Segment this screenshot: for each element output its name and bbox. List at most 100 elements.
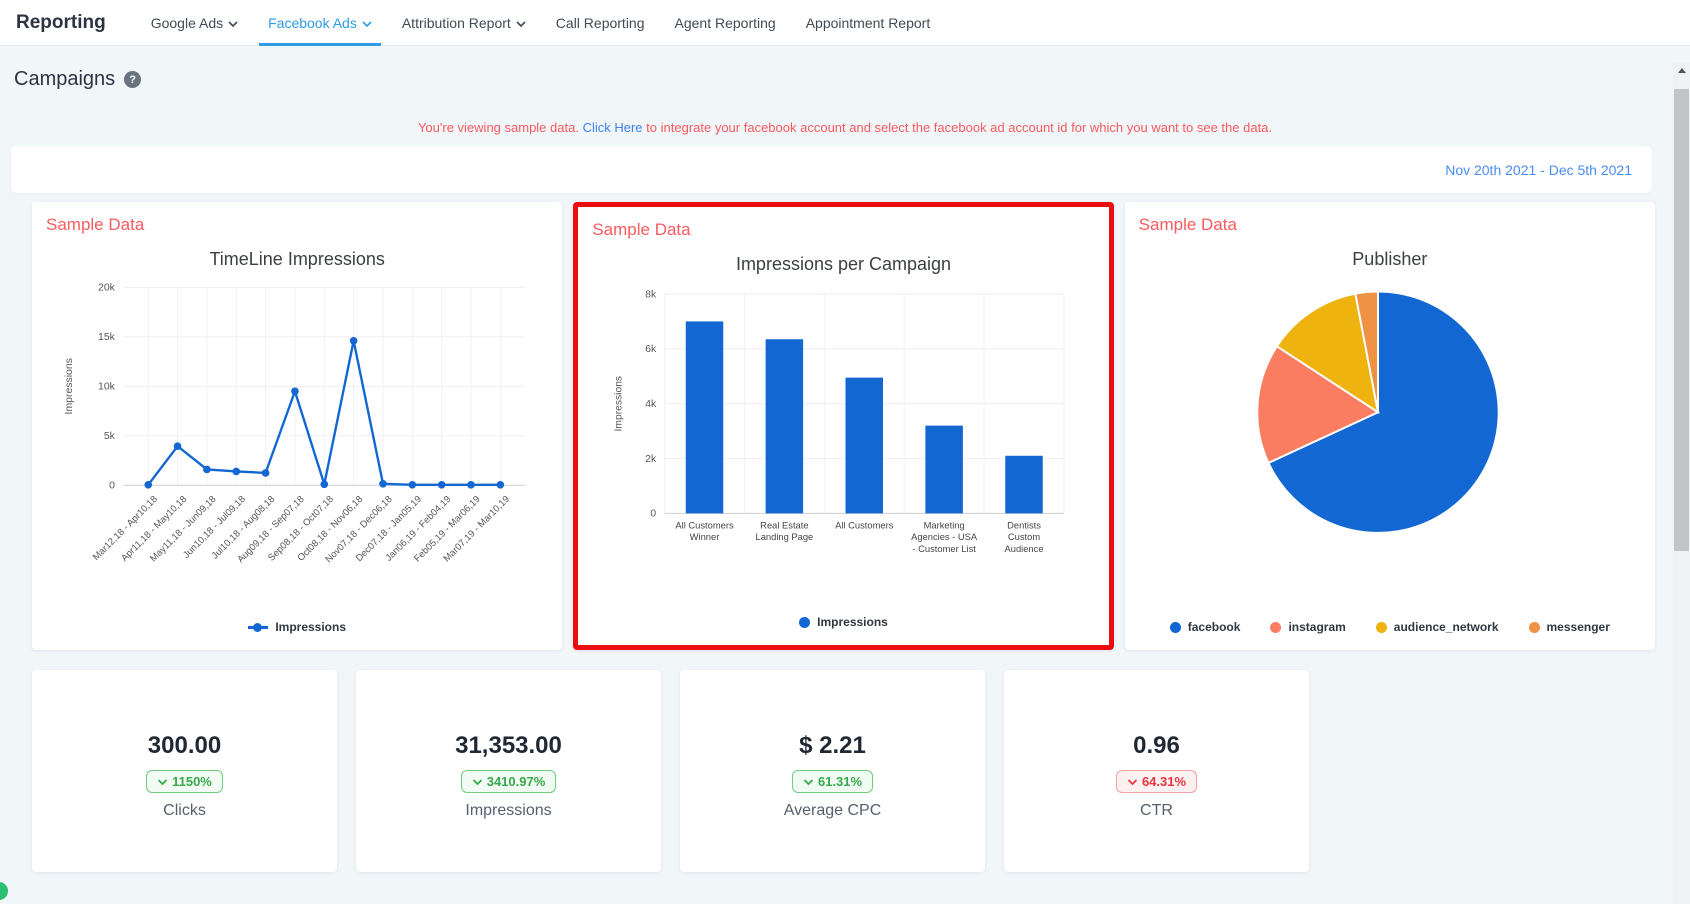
campaign-chart-canvas[interactable]: 0 2k 4k 6k 8k Impressions All Customers Winner R… bbox=[592, 279, 1094, 609]
stat-change-badge: 64.31% bbox=[1115, 770, 1198, 793]
tab-attribution-report[interactable]: Attribution Report bbox=[387, 0, 541, 45]
bar-all-customers-winner[interactable] bbox=[686, 321, 724, 514]
publisher-chart-canvas[interactable] bbox=[1139, 274, 1641, 566]
click-here-link[interactable]: Click Here bbox=[583, 120, 643, 135]
legend-label: Impressions bbox=[817, 615, 888, 629]
campaign-chart-legend: Impressions bbox=[592, 615, 1094, 633]
chevron-down-icon bbox=[472, 778, 482, 785]
stat-label: Average CPC bbox=[783, 802, 882, 819]
nav-tabs: Google Ads Facebook Ads Attribution Report… bbox=[136, 0, 946, 46]
stat-card-average-cpc: $ 2.21 61.31% Average CPC bbox=[680, 670, 985, 872]
x-axis-label: Landing Page bbox=[756, 532, 814, 542]
chevron-down-icon bbox=[803, 778, 814, 785]
x-axis-label: Audience bbox=[1005, 544, 1044, 554]
legend-item-messenger[interactable]: messenger bbox=[1528, 620, 1610, 634]
legend-item-audience-network[interactable]: audience_network bbox=[1375, 620, 1499, 634]
data-point[interactable] bbox=[173, 442, 182, 450]
help-icon[interactable]: ? bbox=[124, 71, 142, 88]
tab-label: Google Ads bbox=[150, 14, 224, 31]
bar-dentists-custom-audience[interactable] bbox=[1005, 455, 1044, 514]
tab-appointment-report[interactable]: Appointment Report bbox=[791, 0, 946, 45]
scrollbar[interactable] bbox=[1673, 62, 1690, 904]
scroll-up-arrow-icon bbox=[1677, 68, 1686, 73]
data-point[interactable] bbox=[261, 469, 270, 477]
scrollbar-thumb[interactable] bbox=[1674, 89, 1689, 551]
stat-label: Impressions bbox=[465, 802, 552, 819]
data-point[interactable] bbox=[467, 480, 475, 489]
data-point[interactable] bbox=[496, 480, 505, 489]
tab-label: Call Reporting bbox=[555, 14, 645, 31]
chevron-down-icon bbox=[362, 20, 372, 27]
bar-all-customers[interactable] bbox=[845, 377, 884, 514]
legend-label: facebook bbox=[1187, 620, 1241, 634]
stat-label: Clicks bbox=[163, 802, 206, 819]
y-axis-tick: 0 bbox=[651, 509, 657, 520]
sample-data-label: Sample Data bbox=[1138, 215, 1237, 234]
x-axis-label: - Customer List bbox=[913, 544, 977, 554]
chevron-down-icon bbox=[1127, 778, 1138, 785]
timeline-impressions-card: Sample Data TimeLine Impressions 0 5k 10k 1… bbox=[32, 202, 563, 650]
publisher-pie-card: Sample Data Publisher facebook instagram a… bbox=[1124, 202, 1655, 650]
data-point[interactable] bbox=[320, 480, 329, 489]
stat-change-value: 3410.97% bbox=[486, 774, 546, 789]
x-axis-label: Custom bbox=[1008, 532, 1040, 542]
chevron-down-icon bbox=[157, 778, 168, 785]
publisher-chart-title: Publisher bbox=[1352, 249, 1428, 269]
stat-change-value: 1150% bbox=[172, 774, 212, 789]
x-axis-label: Winner bbox=[690, 532, 720, 542]
pie-series-marker-icon bbox=[1270, 621, 1282, 633]
stat-value: 300.00 bbox=[147, 732, 222, 759]
stat-card-impressions: 31,353.00 3410.97% Impressions bbox=[356, 670, 661, 872]
stat-value: $ 2.21 bbox=[799, 732, 866, 759]
tab-label: Facebook Ads bbox=[268, 14, 357, 31]
legend-item-impressions[interactable]: Impressions bbox=[799, 615, 888, 629]
app-title: Reporting bbox=[16, 11, 106, 33]
bar-series-marker-icon bbox=[799, 616, 811, 628]
stat-card-ctr: 0.96 64.31% CTR bbox=[1004, 670, 1309, 872]
y-axis-label: Impressions bbox=[614, 376, 625, 432]
chevron-down-icon bbox=[516, 20, 526, 27]
timeline-chart-title: TimeLine Impressions bbox=[209, 249, 385, 269]
legend-item-facebook[interactable]: facebook bbox=[1169, 620, 1241, 634]
chevron-down-icon bbox=[228, 20, 238, 27]
data-point[interactable] bbox=[232, 467, 241, 476]
y-axis-tick: 10k bbox=[98, 382, 116, 393]
data-point[interactable] bbox=[144, 480, 153, 489]
timeline-chart-canvas[interactable]: 05k10k15k20kImpressionsMar12,18 - Apr10,… bbox=[46, 274, 548, 609]
data-point[interactable] bbox=[203, 465, 211, 474]
notice-suffix: to integrate your facebook account and s… bbox=[646, 120, 1273, 135]
data-point[interactable] bbox=[349, 336, 358, 345]
pie-series-marker-icon bbox=[1169, 621, 1181, 633]
tab-call-reporting[interactable]: Call Reporting bbox=[541, 0, 660, 45]
data-point[interactable] bbox=[437, 480, 446, 489]
sample-data-label: Sample Data bbox=[592, 220, 691, 239]
data-point[interactable] bbox=[379, 479, 387, 488]
page-title: Campaigns bbox=[14, 68, 116, 90]
y-axis-tick: 8k bbox=[646, 289, 658, 300]
data-point[interactable] bbox=[408, 480, 417, 489]
legend-label: messenger bbox=[1546, 620, 1610, 634]
y-axis-tick: 15k bbox=[98, 332, 116, 343]
page-header: Campaigns ? bbox=[14, 68, 1690, 91]
data-point[interactable] bbox=[291, 387, 299, 396]
date-range-picker[interactable]: Nov 20th 2021 - Dec 5th 2021 bbox=[1445, 162, 1632, 178]
bar-real-estate-landing-page[interactable] bbox=[765, 339, 804, 514]
bar-marketing-agencies-usa-customer-list[interactable] bbox=[925, 425, 964, 514]
notice-prefix: You're viewing sample data. bbox=[417, 120, 579, 135]
tab-google-ads[interactable]: Google Ads bbox=[136, 0, 253, 45]
legend-item-instagram[interactable]: instagram bbox=[1270, 620, 1346, 634]
chat-widget-dot[interactable] bbox=[0, 882, 8, 900]
stat-change-badge: 3410.97% bbox=[460, 770, 557, 793]
scroll-up-button[interactable] bbox=[1673, 62, 1690, 79]
legend-item-impressions[interactable]: Impressions bbox=[248, 620, 346, 634]
y-axis-label: Impressions bbox=[64, 358, 75, 414]
tab-agent-reporting[interactable]: Agent Reporting bbox=[660, 0, 791, 45]
tab-facebook-ads[interactable]: Facebook Ads bbox=[253, 0, 387, 46]
x-axis-label: Agencies - USA bbox=[911, 532, 978, 542]
stat-change-value: 61.31% bbox=[817, 774, 863, 789]
publisher-chart-area bbox=[1139, 274, 1641, 620]
y-axis-tick: 4k bbox=[646, 399, 658, 410]
campaign-chart-title: Impressions per Campaign bbox=[735, 254, 952, 274]
stats-row: 300.00 1150% Clicks 31,353.00 3410.97% Impres… bbox=[32, 670, 1690, 872]
sample-data-label: Sample Data bbox=[46, 215, 145, 234]
